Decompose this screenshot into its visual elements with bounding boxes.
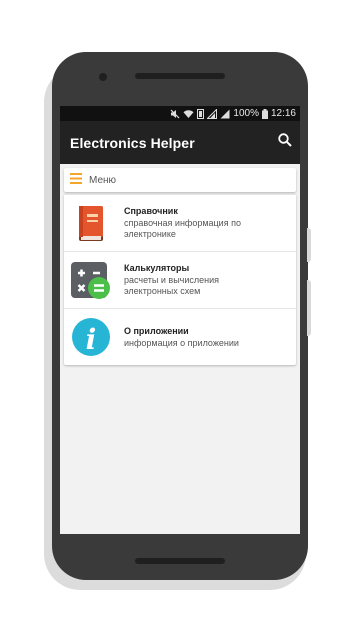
book-icon [70,202,112,244]
status-bar: 100% 12:16 [60,106,300,121]
signal-icon-2 [220,109,230,119]
clock: 12:16 [270,108,296,119]
mute-icon [170,109,180,119]
menu-item-description: расчеты и вычисления электронных схем [124,275,220,296]
bottom-speaker [135,558,225,564]
phone-volume-button [307,228,311,262]
battery-percent: 100% [233,108,259,119]
menu-item-title: Справочник [124,206,178,216]
info-icon: i [70,316,112,358]
menu-item-title: О приложении [124,325,189,336]
svg-text:i: i [86,323,97,356]
menu-item-calculators[interactable]: Калькуляторы расчеты и вычисления электр… [64,251,296,308]
hamburger-icon[interactable] [70,173,82,187]
menu-card: Меню [64,168,296,192]
signal-icon-1 [207,108,218,119]
search-icon[interactable] [278,133,292,152]
wifi-icon [183,109,194,119]
front-camera [99,73,107,81]
menu-item-title: Калькуляторы [124,263,190,273]
phone-power-button [307,280,311,336]
battery-icon [261,108,268,119]
menu-item-about[interactable]: i О приложении информация о приложении [64,308,296,365]
app-bar: Electronics Helper [60,121,300,164]
calculator-icon [70,259,112,301]
data-icon [197,108,205,119]
menu-item-reference[interactable]: Справочник справочная информация по элек… [64,194,296,251]
menu-header: Меню [64,168,296,192]
main-content: Меню Справочник справочная информация по… [60,164,300,534]
phone-screen: 100% 12:16 Electronics Helper Меню Справ… [60,106,300,534]
app-title: Electronics Helper [70,134,195,151]
menu-item-description: справочная информация по электронике [124,218,241,239]
menu-list: Справочник справочная информация по элек… [64,194,296,365]
menu-item-description: информация о приложении [124,337,239,348]
top-speaker [135,73,225,79]
menu-header-label: Меню [89,174,117,186]
